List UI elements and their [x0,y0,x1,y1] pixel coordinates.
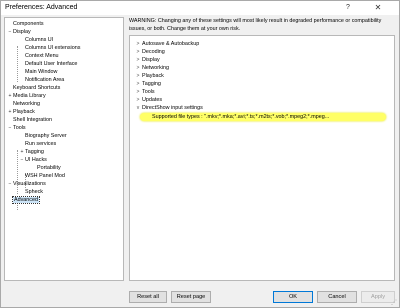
tree-item-label: Notification Area [25,77,65,83]
setting-label: Tagging [142,81,161,87]
tree-item-wsh-panel-mod[interactable]: WSH Panel Mod [19,172,65,180]
setting-playback[interactable]: > Playback [134,72,164,80]
tree-item-label: WSH Panel Mod [25,173,65,179]
warning-text: WARNING: Changing any of these settings … [129,18,382,32]
setting-directshow-input[interactable]: v DirectShow input settings [134,104,203,112]
chevron-right-icon[interactable]: > [134,88,142,96]
help-button[interactable]: ? [341,3,355,13]
chevron-right-icon[interactable]: > [134,64,142,72]
setting-decoding[interactable]: > Decoding [134,48,165,56]
tree-item-default-user-interface[interactable]: Default User Interface [19,60,77,68]
tree-item-label: Advanced [12,196,40,204]
chevron-right-icon[interactable]: > [134,40,142,48]
tree-item-portability[interactable]: Portability [31,164,61,172]
tree-item-label: Playback [13,109,35,115]
apply-button[interactable]: Apply [361,291,395,303]
tree-item-ui-hacks[interactable]: − UI Hacks [19,156,47,164]
tree-item-playback[interactable]: + Playback [7,108,35,116]
setting-display[interactable]: > Display [134,56,160,64]
tree-item-columns-ui[interactable]: Columns UI [19,36,53,44]
chevron-right-icon[interactable]: > [134,80,142,88]
tree-item-label: Columns UI [25,37,54,43]
setting-label: Display [142,57,160,63]
tree-item-label: Spheck [25,189,43,195]
tree-item-label: Shell Integration [13,117,52,123]
tree-item-label: Default User Interface [25,61,78,67]
setting-label: Updates [142,97,163,103]
tree-item-shell-integration[interactable]: Shell Integration [7,116,52,124]
title-bar: Preferences: Advanced ? ✕ [1,1,399,15]
chevron-right-icon[interactable]: > [134,96,142,104]
setting-label: Playback [142,73,164,79]
chevron-right-icon[interactable]: > [134,72,142,80]
tree-item-label: Display [13,29,31,35]
tree-item-label: Context Menu [25,53,59,59]
advanced-settings-tree[interactable]: > Autosave & Autobackup > Decoding > Displa… [129,35,395,281]
tree-item-display[interactable]: − Display [7,28,31,36]
tree-item-networking[interactable]: Networking [7,100,40,108]
tree-item-main-window[interactable]: Main Window [19,68,57,76]
setting-label: Autosave & Autobackup [142,41,200,47]
tree-item-label: Tools [13,125,26,131]
close-button[interactable]: ✕ [371,3,385,13]
setting-updates[interactable]: > Updates [134,96,163,104]
tree-item-keyboard-shortcuts[interactable]: Keyboard Shortcuts [7,84,60,92]
tree-item-columns-ui-extensions[interactable]: Columns UI extensions [19,44,80,52]
tree-item-label: UI Hacks [25,157,47,163]
tree-item-label: Main Window [25,69,58,75]
tree-item-label: Media Library [13,93,46,99]
setting-autosave-autobackup[interactable]: > Autosave & Autobackup [134,40,200,48]
tree-item-tagging[interactable]: + Tagging [19,148,44,156]
setting-networking[interactable]: > Networking [134,64,169,72]
reset-page-button[interactable]: Reset page [171,291,211,303]
chevron-right-icon[interactable]: > [134,48,142,56]
tree-item-label: Visualizations [13,181,46,187]
chevron-down-icon[interactable]: v [134,104,142,112]
cancel-button[interactable]: Cancel [317,291,357,303]
setting-label: Decoding [142,49,165,55]
tree-item-label: Components [13,21,44,27]
ok-button[interactable]: OK [273,291,313,303]
tree-item-label: Columns UI extensions [25,45,81,51]
tree-item-notification-area[interactable]: Notification Area [19,76,64,84]
tree-item-context-menu[interactable]: Context Menu [19,52,59,60]
setting-label: Tools [142,89,155,95]
preferences-window: Preferences: Advanced ? ✕ Components − Di… [0,0,400,308]
preferences-tree[interactable]: Components − Display Columns UI Columns U… [4,17,124,281]
tree-item-components[interactable]: Components [7,20,44,28]
setting-label: DirectShow input settings [142,105,203,111]
tree-item-label: Run services [25,141,57,147]
tree-guide [17,46,18,82]
window-title: Preferences: Advanced [5,4,78,11]
tree-item-spheck[interactable]: Spheck [19,188,43,196]
chevron-right-icon[interactable]: > [134,56,142,64]
resize-grip-icon[interactable]: ⋰ [391,299,397,306]
tree-item-label: Biography Server [25,133,67,139]
setting-tools[interactable]: > Tools [134,88,155,96]
tree-item-advanced[interactable]: Advanced [7,196,40,204]
tree-item-tools[interactable]: − Tools [7,124,26,132]
setting-label: Networking [142,65,169,71]
tree-item-visualizations[interactable]: − Visualizations [7,180,46,188]
tree-item-label: Keyboard Shortcuts [13,85,61,91]
reset-all-button[interactable]: Reset all [129,291,167,303]
tree-item-label: Portability [37,165,61,171]
tree-item-label: Tagging [25,149,44,155]
tree-item-label: Networking [13,101,40,107]
tree-item-run-services[interactable]: Run services [19,140,56,148]
setting-supported-file-types[interactable]: Supported file types : ".mkv;*.mka;*.avi… [152,113,329,121]
setting-tagging[interactable]: > Tagging [134,80,161,88]
tree-item-media-library[interactable]: + Media Library [7,92,46,100]
tree-item-biography-server[interactable]: Biography Server [19,132,67,140]
